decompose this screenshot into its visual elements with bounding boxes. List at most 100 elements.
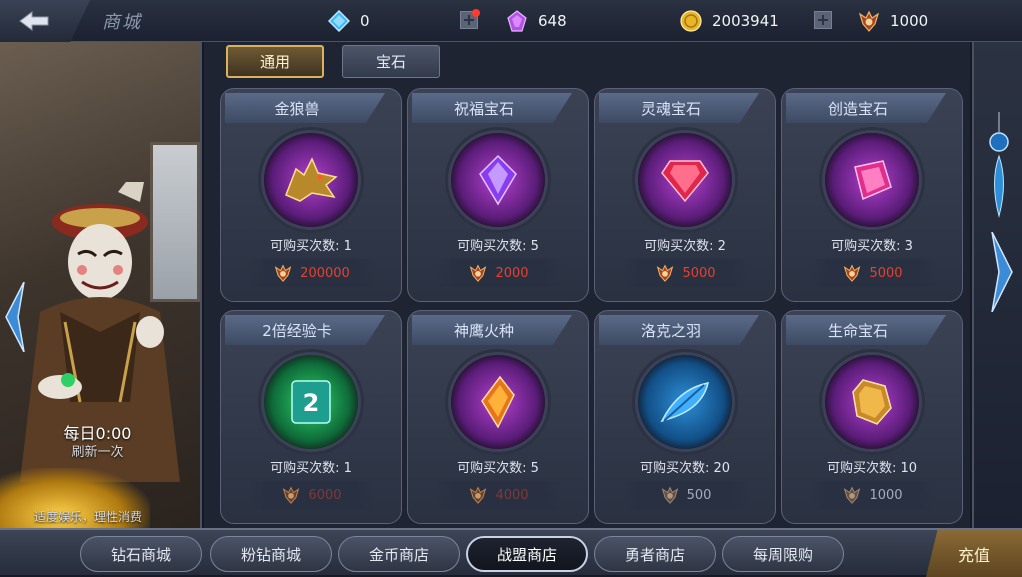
price-tag: 5000 [810, 259, 936, 287]
item-orb [264, 133, 358, 227]
notification-dot [472, 9, 480, 17]
tab-general[interactable]: 通用 [226, 45, 324, 78]
purchase-count: 可购买次数: 3 [831, 239, 913, 254]
double-exp-card-icon: 2 [291, 380, 331, 424]
guild-medal-icon [844, 264, 861, 282]
health-notice: 适度娱乐，理性消费 [34, 510, 143, 524]
creation-gem-icon [854, 160, 892, 201]
shop-item-card[interactable]: 金狼兽 可购买次数: 1 200000 [220, 88, 402, 302]
medal-amount: 1000 [890, 12, 929, 30]
diamond-icon [328, 10, 350, 32]
bottom-shop-nav: 钻石商城 粉钻商城 金币商店 战盟商店 勇者商店 每周限购 充值 [0, 528, 1022, 577]
pink-diamond-icon [507, 10, 527, 32]
purchase-count: 可购买次数: 20 [639, 461, 731, 476]
price-tag: 1000 [810, 481, 936, 509]
tab-guild-shop[interactable]: 战盟商店 [466, 536, 588, 572]
shop-item-card[interactable]: 灵魂宝石 可购买次数: 2 5000 [594, 88, 776, 302]
add-diamond-button[interactable] [460, 9, 480, 29]
tab-diamond-shop[interactable]: 钻石商城 [80, 536, 202, 572]
soul-gem-icon [661, 160, 709, 203]
shop-item-card[interactable]: 祝福宝石 可购买次数: 5 2000 [407, 88, 589, 302]
tab-pink-diamond-shop[interactable]: 粉钻商城 [210, 536, 332, 572]
item-name: 洛克之羽 [599, 315, 759, 345]
refresh-label: 刷新一次 [71, 445, 124, 460]
shop-item-card[interactable]: 神鹰火种 可购买次数: 5 4000 [407, 310, 589, 524]
tab-gold-shop[interactable]: 金币商店 [338, 536, 460, 572]
item-orb [638, 355, 732, 449]
item-price: 500 [686, 487, 712, 503]
diamond-counter: 0 [328, 9, 370, 33]
item-orb [825, 133, 919, 227]
feather-icon [660, 382, 709, 423]
item-orb: 2 [264, 355, 358, 449]
item-price: 6000 [308, 487, 342, 503]
item-name: 灵魂宝石 [599, 93, 759, 123]
purchase-count: 可购买次数: 1 [270, 461, 352, 476]
guild-medal-icon [657, 264, 674, 282]
item-name: 生命宝石 [786, 315, 946, 345]
shop-item-card[interactable]: 生命宝石 可购买次数: 10 1000 [781, 310, 963, 524]
purchase-count: 可购买次数: 2 [644, 239, 726, 254]
purchase-count: 可购买次数: 1 [270, 239, 352, 254]
item-name: 神鹰火种 [412, 315, 572, 345]
guild-medal-icon [844, 486, 861, 504]
purchase-count: 可购买次数: 5 [457, 239, 539, 254]
medal-counter: 1000 [858, 9, 928, 33]
item-orb [451, 355, 545, 449]
guild-medal-icon [470, 264, 487, 282]
add-gold-button[interactable] [814, 11, 832, 29]
item-price: 4000 [495, 487, 529, 503]
tab-hero-shop[interactable]: 勇者商店 [594, 536, 716, 572]
item-orb [825, 355, 919, 449]
svg-text:2: 2 [303, 389, 320, 417]
guild-medal-icon [661, 486, 678, 504]
recharge-button[interactable]: 充值 [926, 530, 1022, 577]
back-button[interactable] [0, 0, 90, 42]
price-tag: 6000 [249, 481, 375, 509]
item-name: 祝福宝石 [412, 93, 572, 123]
gold-counter: 2003941 [680, 9, 779, 33]
merchant-panel: 每日0:00 刷新一次 适度娱乐，理性消费 [0, 42, 202, 528]
item-name: 金狼兽 [225, 93, 385, 123]
guild-medal-icon [283, 486, 300, 504]
pink-diamond-counter: 648 [506, 9, 567, 33]
item-price: 1000 [869, 487, 903, 503]
price-tag: 2000 [436, 259, 562, 287]
golden-wolf-icon [285, 157, 338, 202]
back-arrow-icon [19, 11, 49, 31]
price-tag: 500 [623, 481, 749, 509]
guild-medal-icon [274, 264, 292, 282]
blessing-gem-icon [479, 154, 517, 206]
item-price: 2000 [495, 265, 529, 281]
eagle-fire-seed-icon [481, 375, 515, 429]
shop-item-card[interactable]: 2倍经验卡 2 可购买次数: 1 6000 [220, 310, 402, 524]
gold-amount: 2003941 [712, 12, 779, 30]
item-price: 5000 [682, 265, 716, 281]
tab-gem[interactable]: 宝石 [342, 45, 440, 78]
item-name: 2倍经验卡 [225, 315, 385, 345]
chevron-right-icon[interactable] [988, 232, 1014, 312]
price-tag: 200000 [249, 259, 375, 287]
shop-item-card[interactable]: 洛克之羽 可购买次数: 20 500 [594, 310, 776, 524]
guild-medal-icon [470, 486, 487, 504]
top-bar: 商城 0 648 2003941 1000 [0, 0, 1022, 42]
chevron-left-icon[interactable] [4, 282, 26, 352]
item-price: 200000 [300, 265, 350, 281]
tab-weekly-limited[interactable]: 每周限购 [722, 536, 844, 572]
price-tag: 4000 [436, 481, 562, 509]
page-title: 商城 [102, 12, 142, 33]
guild-medal-icon [858, 10, 880, 32]
item-orb [451, 133, 545, 227]
right-decoration-strip [972, 42, 1022, 528]
diamond-amount: 0 [360, 12, 370, 30]
life-gem-icon [852, 379, 892, 425]
item-orb [638, 133, 732, 227]
gold-coin-icon [680, 10, 702, 32]
item-price: 5000 [869, 265, 903, 281]
pink-diamond-amount: 648 [538, 12, 567, 30]
purchase-count: 可购买次数: 10 [826, 461, 918, 476]
price-tag: 5000 [623, 259, 749, 287]
shop-item-card[interactable]: 创造宝石 可购买次数: 3 5000 [781, 88, 963, 302]
item-name: 创造宝石 [786, 93, 946, 123]
crystal-pendant-icon [989, 112, 1009, 218]
